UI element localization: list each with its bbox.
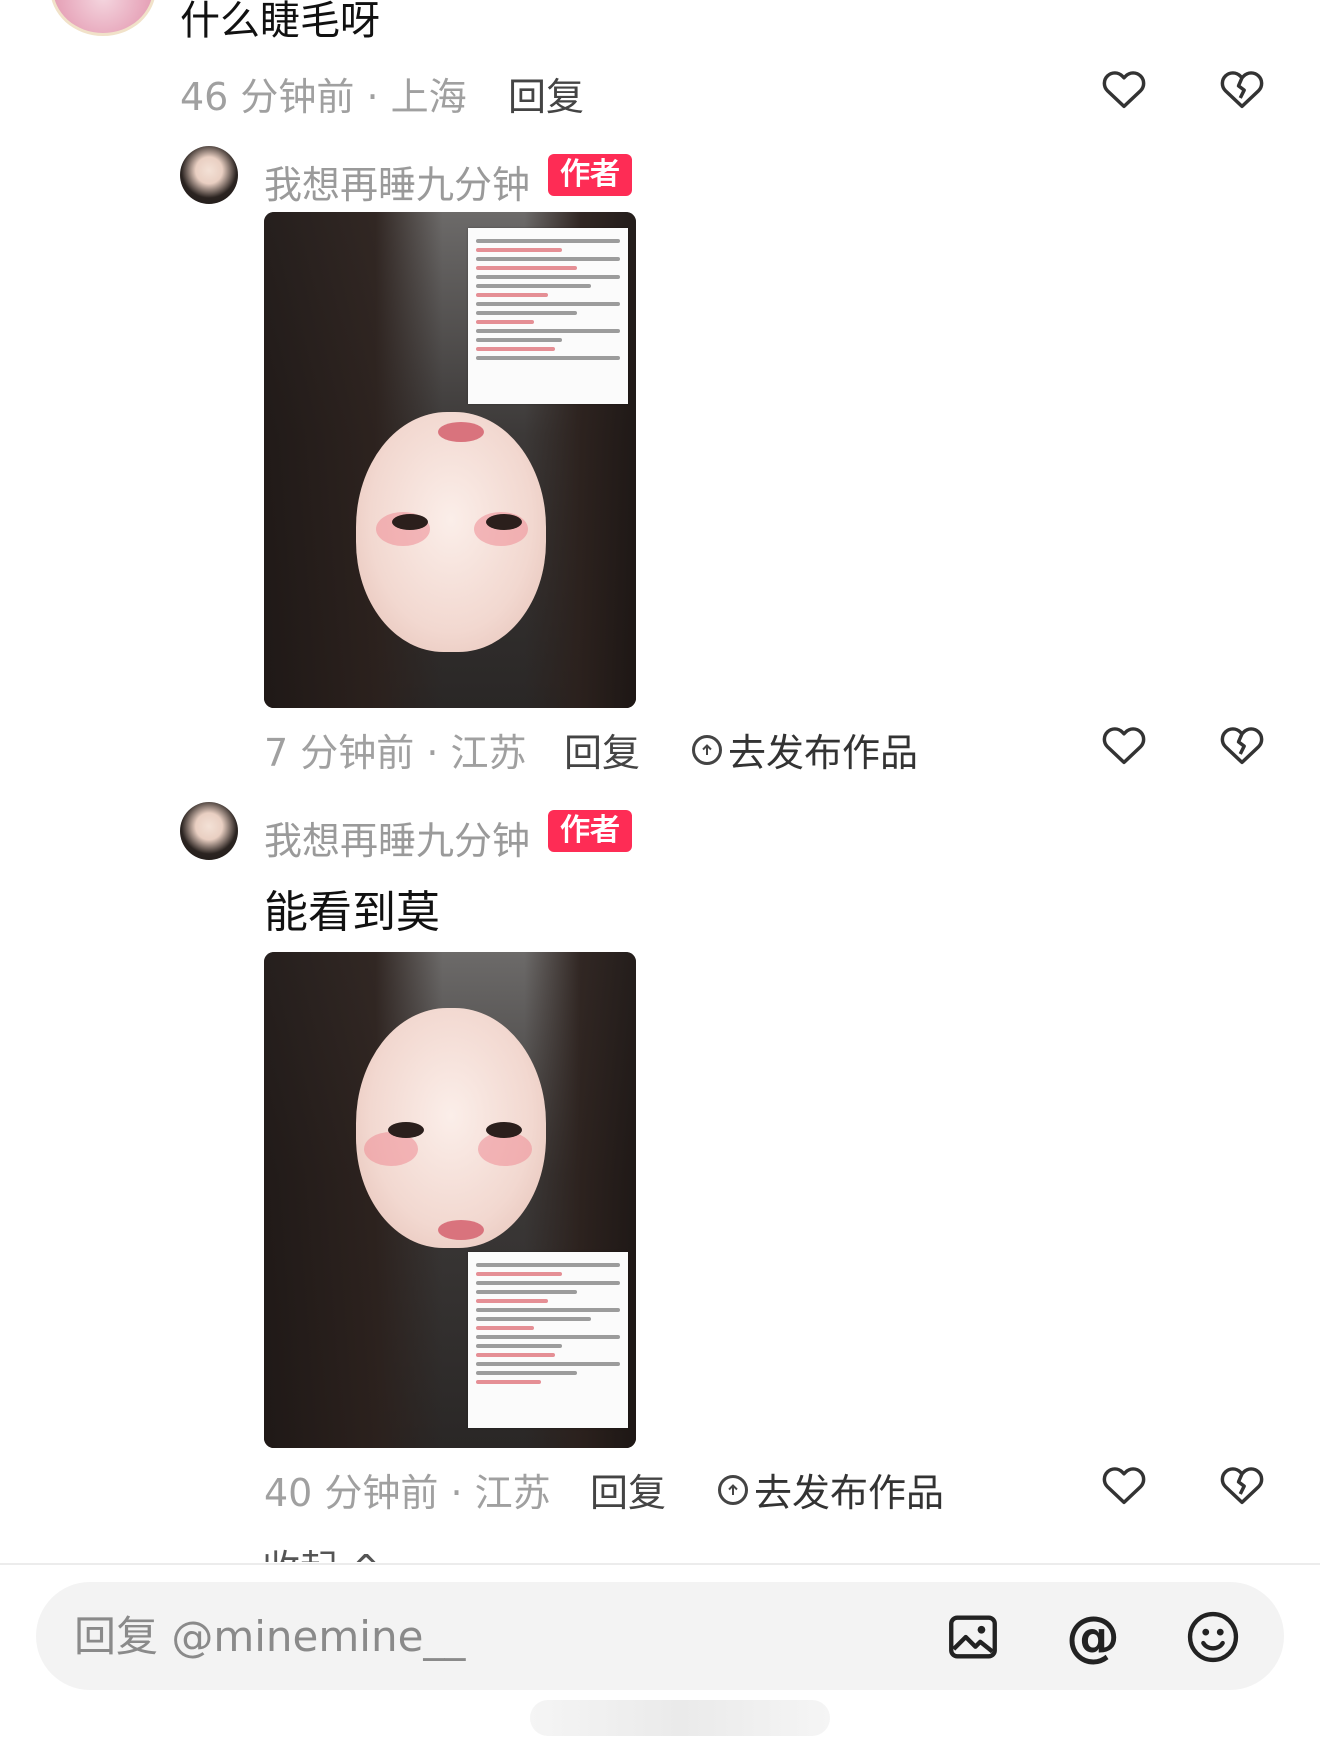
- heart-outline-icon: [1102, 71, 1146, 109]
- reply-input-bar[interactable]: @: [36, 1582, 1284, 1690]
- reply-username[interactable]: 我想再睡九分钟: [264, 810, 530, 865]
- divider: [0, 1563, 1320, 1565]
- reply-username[interactable]: 我想再睡九分钟: [264, 154, 530, 209]
- reply-avatar[interactable]: [180, 802, 238, 860]
- dislike-button[interactable]: [1214, 60, 1270, 116]
- publish-work-button[interactable]: 去发布作品: [692, 722, 918, 777]
- mention-button[interactable]: @: [1064, 1608, 1122, 1666]
- at-icon: @: [1066, 1605, 1120, 1668]
- emoji-button[interactable]: [1184, 1608, 1242, 1666]
- publish-work-button[interactable]: 去发布作品: [718, 1462, 944, 1517]
- upload-circle-icon: [718, 1474, 748, 1505]
- publish-work-label: 去发布作品: [754, 1471, 945, 1515]
- broken-heart-icon: [1220, 1467, 1264, 1505]
- reply-button[interactable]: 回复: [564, 722, 640, 777]
- reply-meta: 7 分钟前 · 江苏: [264, 731, 527, 775]
- reply-input[interactable]: [72, 1610, 776, 1662]
- top-comment-meta: 46 分钟前 · 上海: [180, 75, 467, 119]
- upload-circle-icon: [692, 734, 722, 765]
- heart-outline-icon: [1102, 727, 1146, 765]
- collapse-replies-button[interactable]: 收起 ^: [262, 1538, 382, 1562]
- top-comment-avatar[interactable]: [50, 0, 156, 36]
- reply-image[interactable]: [264, 952, 636, 1448]
- reply-meta: 40 分钟前 · 江苏: [264, 1471, 551, 1515]
- image-icon: [949, 1615, 997, 1659]
- author-badge: 作者: [548, 810, 632, 852]
- reply-image-flipped[interactable]: [264, 212, 636, 708]
- reply-avatar[interactable]: [180, 146, 238, 204]
- blurred-bottom-region: [530, 1700, 830, 1736]
- like-button[interactable]: [1096, 716, 1152, 772]
- broken-heart-icon: [1220, 727, 1264, 765]
- top-comment-reply-button[interactable]: 回复: [508, 66, 584, 121]
- author-badge: 作者: [548, 154, 632, 196]
- emoji-icon: [1187, 1611, 1239, 1663]
- like-button[interactable]: [1096, 60, 1152, 116]
- dislike-button[interactable]: [1214, 1456, 1270, 1512]
- publish-work-label: 去发布作品: [728, 731, 919, 775]
- broken-heart-icon: [1220, 71, 1264, 109]
- reply-button[interactable]: 回复: [590, 1462, 666, 1517]
- heart-outline-icon: [1102, 1467, 1146, 1505]
- reply-text: 能看到莫: [264, 887, 440, 938]
- like-button[interactable]: [1096, 1456, 1152, 1512]
- image-picker-button[interactable]: [944, 1608, 1002, 1666]
- dislike-button[interactable]: [1214, 716, 1270, 772]
- top-comment-text: 什么睫毛呀: [180, 0, 380, 44]
